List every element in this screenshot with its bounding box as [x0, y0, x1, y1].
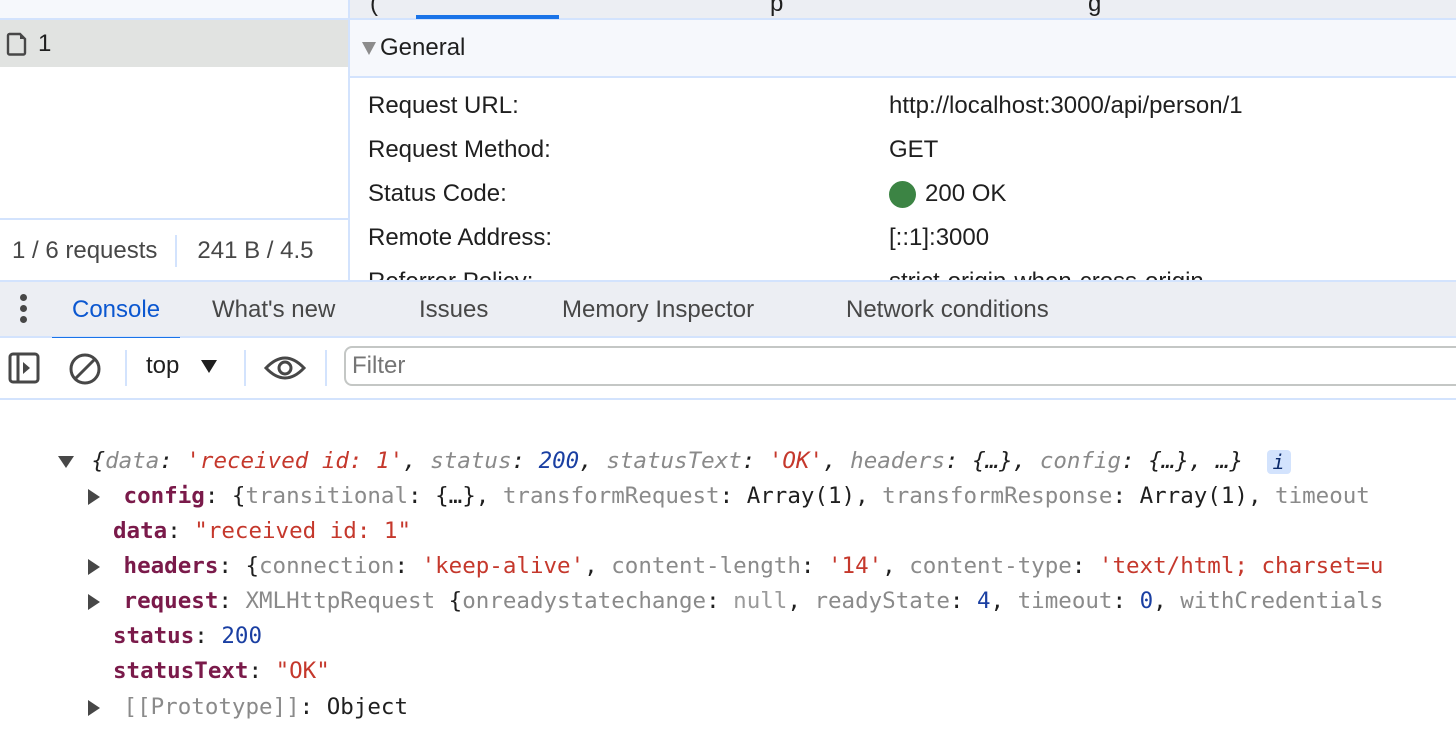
detail-value: 200 OK — [889, 180, 1006, 208]
show-sidebar-icon[interactable] — [8, 352, 40, 384]
detail-row-status-code: Status Code: 200 OK — [350, 172, 1456, 216]
context-value: top — [146, 352, 180, 379]
expand-right-icon[interactable] — [88, 699, 100, 716]
details-tab-response[interactable]: p — [770, 0, 783, 18]
general-section-title: General — [380, 34, 466, 61]
request-count: 1 / 6 requests — [12, 237, 158, 264]
toolbar-divider — [244, 350, 246, 386]
detail-value: strict-origin-when-cross-origin — [889, 268, 1204, 280]
console-prop-prototype[interactable]: [[Prototype]]: Object — [88, 690, 408, 725]
tab-memory-inspector[interactable]: Memory Inspector — [562, 282, 754, 338]
network-panel: 1 1 / 6 requests 241 B / 4.5 ( p g Gener… — [0, 0, 1456, 280]
request-details: ( p g General Request URL: http://localh… — [350, 0, 1456, 280]
console-object-summary[interactable]: {data: 'received id: 1', status: 200, st… — [58, 444, 1291, 479]
request-row[interactable]: 1 — [0, 20, 348, 67]
request-summary-bar: 1 / 6 requests 241 B / 4.5 — [0, 218, 348, 282]
tab-issues[interactable]: Issues — [419, 282, 488, 338]
detail-key: Referrer Policy: — [368, 268, 533, 280]
expand-right-icon[interactable] — [88, 593, 100, 610]
detail-value: http://localhost:3000/api/person/1 — [889, 92, 1243, 119]
toolbar-divider — [125, 350, 127, 386]
request-list-header — [0, 0, 348, 20]
dropdown-caret-icon — [201, 359, 218, 373]
detail-row-referrer-policy: Referrer Policy: strict-origin-when-cros… — [350, 260, 1456, 280]
expand-down-icon[interactable] — [58, 455, 74, 468]
console-prop-status: status: 200 — [113, 623, 263, 649]
document-icon — [6, 32, 27, 56]
request-list: 1 1 / 6 requests 241 B / 4.5 — [0, 0, 348, 280]
detail-key: Remote Address: — [368, 224, 553, 251]
console-filter-input[interactable] — [344, 346, 1456, 386]
detail-row-request-method: Request Method: GET — [350, 128, 1456, 172]
info-badge-icon[interactable]: i — [1266, 449, 1291, 474]
general-section-header[interactable]: General — [350, 20, 1456, 78]
details-tab-timing[interactable]: g — [1088, 0, 1101, 18]
more-options-icon[interactable] — [14, 294, 34, 324]
console-prop-headers[interactable]: headers: {connection: 'keep-alive', cont… — [88, 549, 1383, 584]
console-toolbar: top — [0, 338, 1456, 400]
expand-right-icon[interactable] — [88, 558, 100, 575]
tab-network-conditions[interactable]: Network conditions — [846, 282, 1049, 338]
details-tab-bar: ( p g — [350, 0, 1456, 20]
status-code-text: 200 OK — [925, 180, 1007, 207]
console-prop-config[interactable]: config: {transitional: {…}, transformReq… — [88, 479, 1370, 514]
details-tab-headers[interactable]: ( — [370, 0, 378, 18]
detail-row-request-url: Request URL: http://localhost:3000/api/p… — [350, 84, 1456, 128]
console-prop-data: data: "received id: 1" — [113, 518, 412, 544]
console-prop-statustext: statusText: "OK" — [113, 658, 330, 684]
toolbar-divider — [325, 350, 327, 386]
context-selector[interactable]: top — [146, 352, 218, 380]
detail-key: Request URL: — [368, 92, 519, 119]
tab-console[interactable]: Console — [51, 282, 181, 340]
live-expression-eye-icon[interactable] — [264, 354, 306, 382]
active-tab-indicator — [416, 15, 559, 19]
transferred-size: 241 B / 4.5 — [197, 237, 314, 264]
status-ok-dot-icon — [889, 180, 916, 208]
drawer-tab-bar: Console What's new Issues Memory Inspect… — [0, 280, 1456, 340]
detail-key: Request Method: — [368, 136, 551, 163]
detail-row-remote-address: Remote Address: [::1]:3000 — [350, 216, 1456, 260]
console-output: {data: 'received id: 1', status: 200, st… — [0, 400, 1456, 734]
clear-console-icon[interactable] — [68, 352, 102, 386]
tab-whats-new[interactable]: What's new — [212, 282, 335, 338]
expand-right-icon[interactable] — [88, 488, 100, 505]
console-prop-request[interactable]: request: XMLHttpRequest {onreadystatecha… — [88, 584, 1383, 619]
detail-key: Status Code: — [368, 180, 507, 207]
request-name: 1 — [38, 29, 52, 57]
collapse-triangle-icon — [362, 41, 376, 55]
detail-value: [::1]:3000 — [889, 224, 990, 251]
detail-value: GET — [889, 136, 939, 163]
